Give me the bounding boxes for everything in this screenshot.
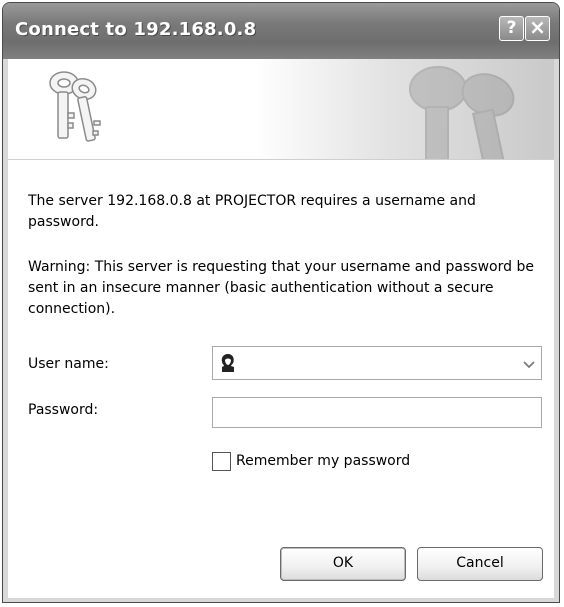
server-message: The server 192.168.0.8 at PROJECTOR requ… — [28, 193, 476, 230]
ok-button[interactable]: OK — [280, 547, 406, 581]
password-field[interactable] — [212, 397, 542, 428]
dialog-body: The server 192.168.0.8 at PROJECTOR requ… — [8, 59, 554, 598]
cancel-button[interactable]: Cancel — [417, 547, 543, 581]
password-label: Password: — [28, 402, 99, 418]
remember-label[interactable]: Remember my password — [236, 453, 410, 469]
username-label: User name: — [28, 356, 109, 372]
remember-password[interactable]: Remember my password — [212, 449, 410, 473]
keys-watermark-icon — [368, 59, 554, 159]
title-bar[interactable]: Connect to 192.168.0.8 ? × — [3, 3, 559, 59]
keys-icon — [36, 65, 116, 157]
warning-message: Warning: This server is requesting that … — [28, 259, 534, 317]
dialog-title: Connect to 192.168.0.8 — [15, 19, 257, 40]
user-icon — [219, 353, 237, 377]
close-button[interactable]: × — [525, 16, 550, 41]
remember-checkbox[interactable] — [212, 451, 231, 471]
help-button[interactable]: ? — [499, 16, 524, 41]
connect-dialog: Connect to 192.168.0.8 ? × The server 19… — [2, 2, 560, 603]
username-combobox[interactable] — [212, 346, 542, 380]
dialog-banner — [8, 59, 554, 160]
chevron-down-icon[interactable] — [523, 356, 535, 375]
